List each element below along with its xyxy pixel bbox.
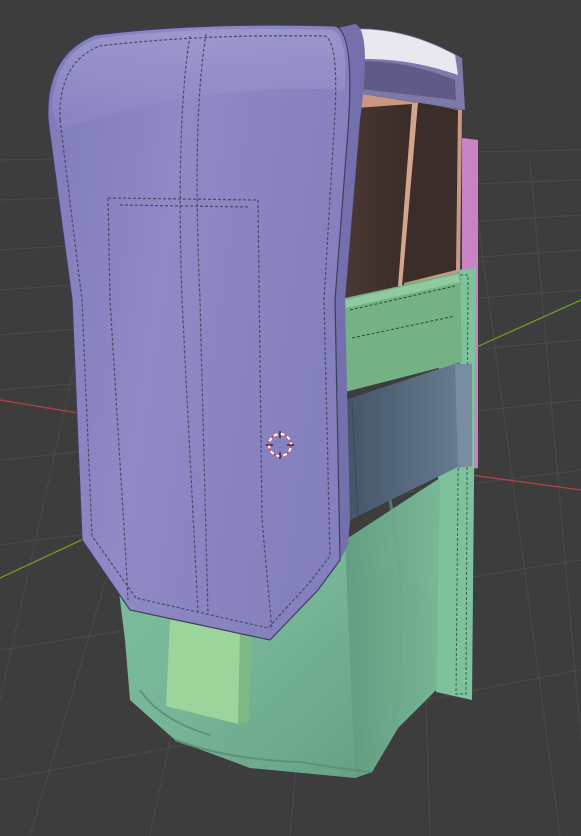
viewport-canvas[interactable] <box>0 0 581 836</box>
viewport-3d[interactable] <box>0 0 581 836</box>
y-axis-line-right <box>469 299 581 351</box>
pull-tab[interactable] <box>166 620 252 724</box>
flap[interactable] <box>47 24 351 641</box>
